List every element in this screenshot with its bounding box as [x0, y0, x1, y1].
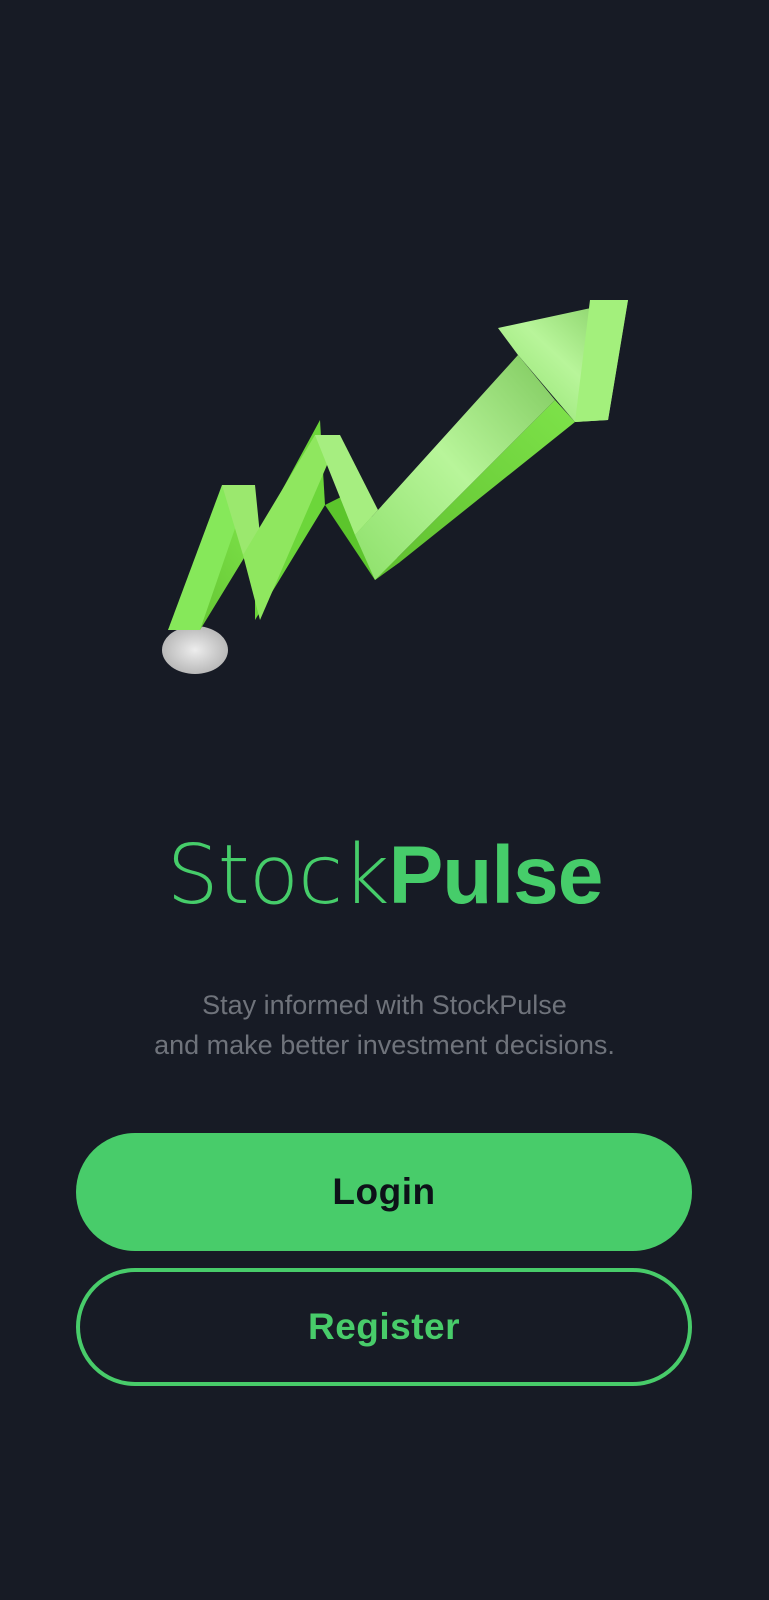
- tagline-line-2: and make better investment decisions.: [154, 1030, 615, 1060]
- login-button[interactable]: Login: [76, 1133, 692, 1251]
- rising-arrow-chart-icon: [150, 300, 650, 700]
- register-button-label: Register: [307, 1306, 461, 1347]
- brand-name-bold: Pulse: [388, 830, 604, 921]
- welcome-screen: StockPulse Stay informed with StockPulse…: [0, 0, 769, 1600]
- tagline: Stay informed with StockPulse and make b…: [0, 985, 769, 1065]
- app-logo-wordmark: StockPulse: [0, 835, 769, 917]
- brand-name-light: Stock: [166, 828, 390, 923]
- tagline-line-1: Stay informed with StockPulse: [202, 990, 567, 1020]
- login-button-label: Login: [332, 1171, 436, 1212]
- register-button[interactable]: Register: [76, 1268, 692, 1386]
